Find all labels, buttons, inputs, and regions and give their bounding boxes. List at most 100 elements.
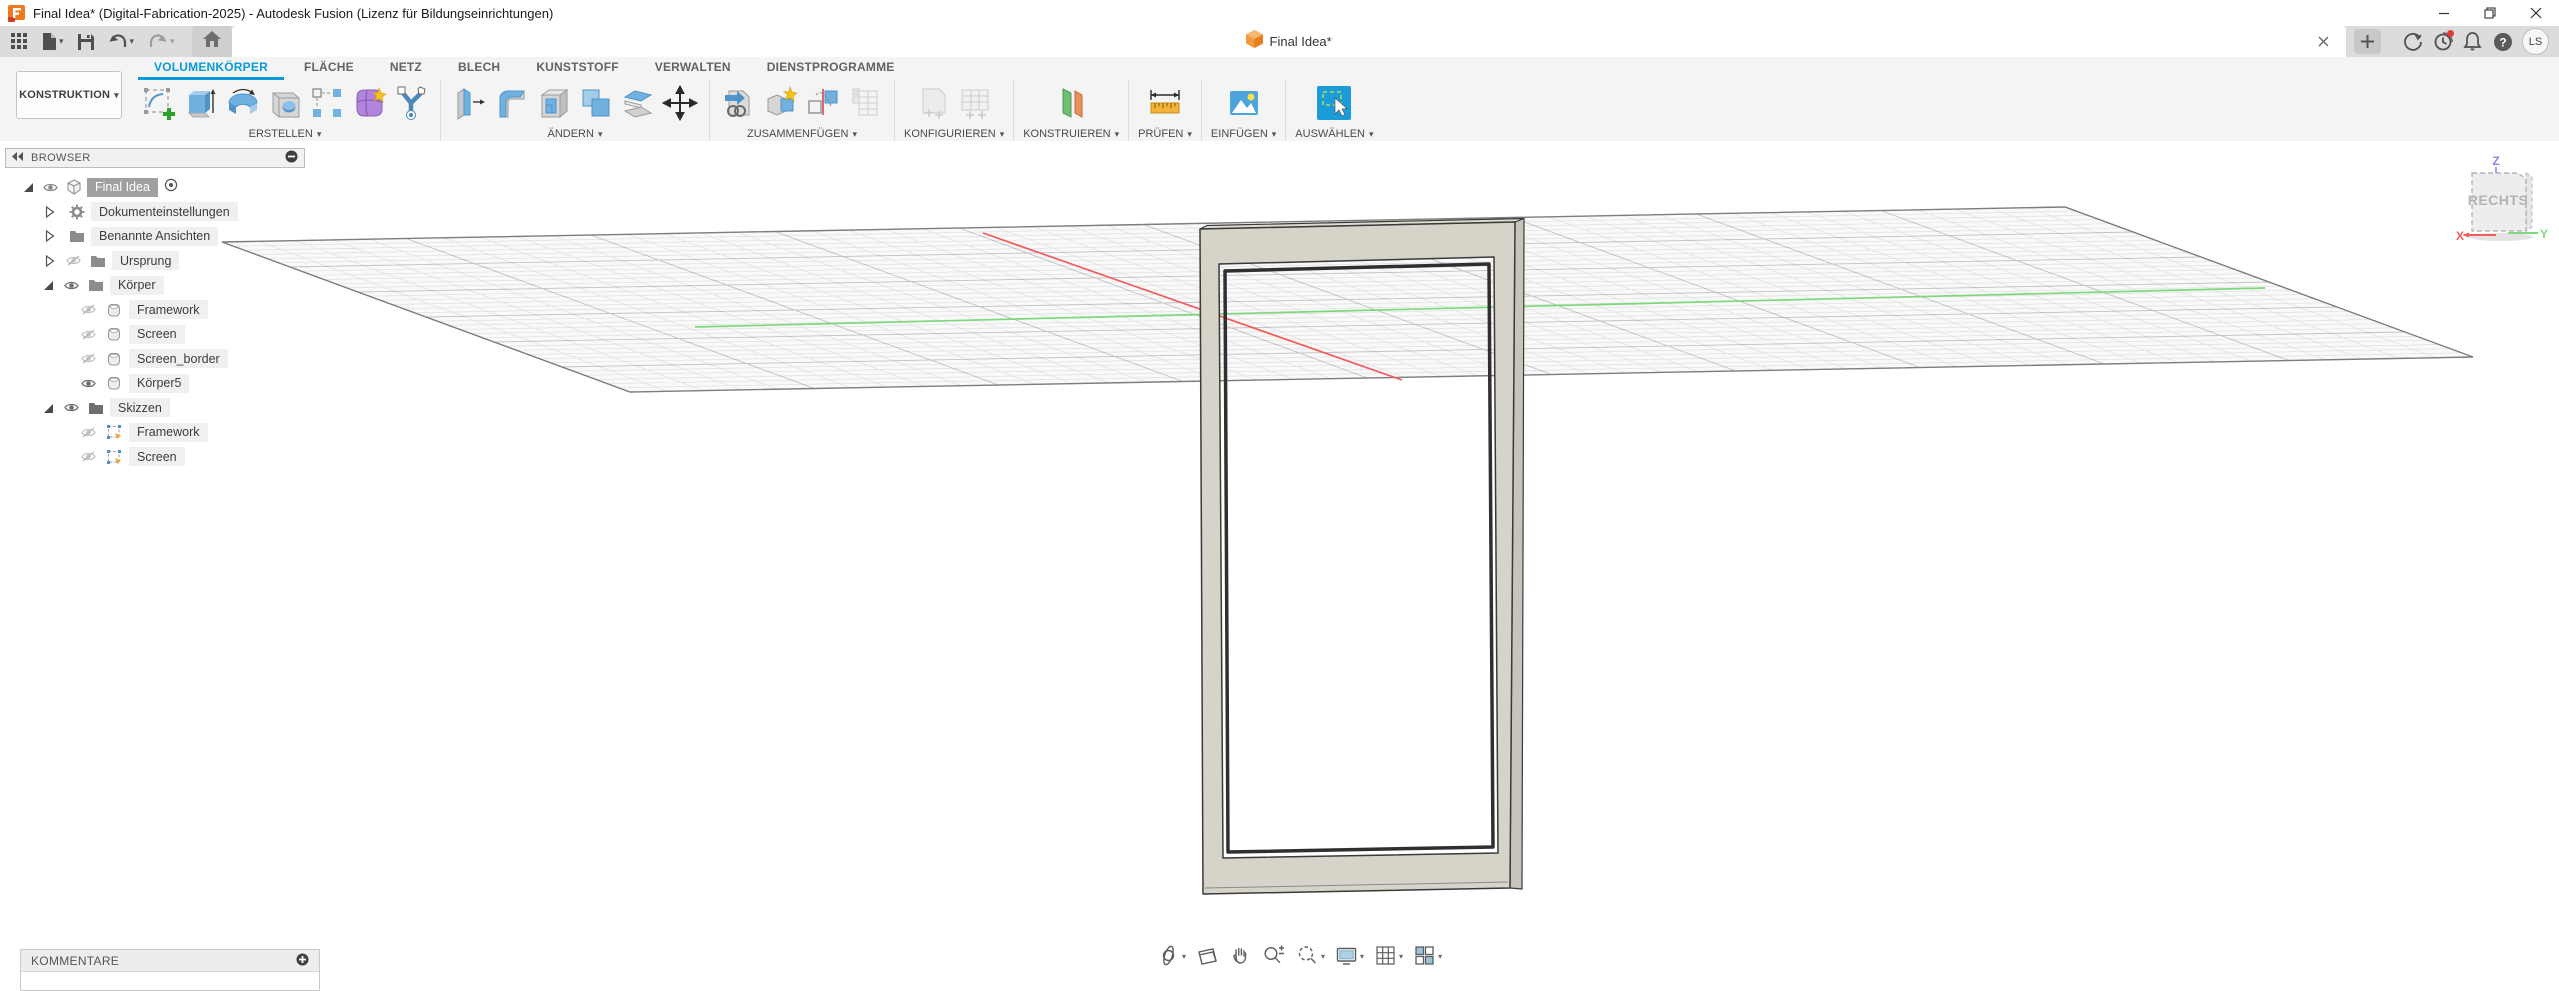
- tree-label[interactable]: Körper: [110, 276, 164, 295]
- insert-derive-button[interactable]: [719, 81, 759, 125]
- document-tab[interactable]: Final Idea*: [232, 26, 2346, 57]
- configuration-button[interactable]: [913, 81, 953, 125]
- eye-hidden-icon[interactable]: [81, 451, 96, 463]
- eye-visible-icon[interactable]: [64, 402, 79, 414]
- notifications-bell-icon[interactable]: [2462, 31, 2483, 52]
- eye-hidden-icon[interactable]: [81, 353, 96, 365]
- tree-row-dokumenteinstellungen[interactable]: Dokumenteinstellungen: [5, 200, 305, 225]
- tree-label[interactable]: Benannte Ansichten: [91, 227, 218, 246]
- restore-button[interactable]: [2467, 0, 2513, 26]
- data-panel-grid-icon[interactable]: [6, 29, 33, 55]
- tree-row-ursprung[interactable]: Ursprung: [5, 249, 305, 274]
- orbit-button[interactable]: [1155, 943, 1188, 968]
- konfigurieren-menu[interactable]: KONFIGURIEREN: [904, 126, 1004, 141]
- zusammenfuegen-menu[interactable]: ZUSAMMENFÜGEN: [747, 126, 857, 141]
- tree-label[interactable]: Framework: [129, 423, 208, 442]
- tree-row-koerper[interactable]: Körper: [5, 273, 305, 298]
- form-button[interactable]: [349, 81, 389, 125]
- pruefen-menu[interactable]: PRÜFEN: [1138, 126, 1192, 141]
- move-button[interactable]: [660, 81, 700, 125]
- create-sketch-button[interactable]: [139, 81, 179, 125]
- tree-label[interactable]: Framework: [129, 300, 208, 319]
- aendern-menu[interactable]: ÄNDERN: [548, 126, 603, 141]
- tab-dienstprogramme[interactable]: DIENSTPROGRAMME: [751, 57, 911, 80]
- eye-visible-icon[interactable]: [64, 279, 79, 291]
- configuration-table-button[interactable]: [955, 81, 995, 125]
- generative-design-button[interactable]: [391, 81, 431, 125]
- tree-label[interactable]: Körper5: [129, 374, 189, 393]
- hole-button[interactable]: [265, 81, 305, 125]
- activate-radio-icon[interactable]: [164, 178, 178, 197]
- select-button[interactable]: [1314, 81, 1354, 125]
- viewcube[interactable]: RECHTS Z X Y: [2456, 153, 2548, 249]
- insert-canvas-button[interactable]: [1224, 81, 1264, 125]
- expanded-icon[interactable]: [41, 279, 54, 292]
- pan-button[interactable]: [1227, 943, 1254, 968]
- tree-row-screen-sketch[interactable]: Screen: [5, 445, 305, 470]
- minimize-button[interactable]: [2421, 0, 2467, 26]
- add-comment-icon[interactable]: [296, 953, 309, 969]
- browser-header[interactable]: BROWSER: [5, 148, 305, 168]
- save-icon[interactable]: [73, 29, 99, 55]
- konstruieren-menu[interactable]: KONSTRUIEREN: [1023, 126, 1119, 141]
- remove-panel-icon[interactable]: [285, 150, 298, 166]
- expanded-icon[interactable]: [41, 401, 54, 414]
- construction-plane-button[interactable]: [1051, 81, 1091, 125]
- tree-label-root[interactable]: Final Idea: [87, 178, 158, 197]
- tree-row-framework-sketch[interactable]: Framework: [5, 420, 305, 445]
- grid-display-button[interactable]: [1372, 943, 1405, 968]
- measure-button[interactable]: [1145, 81, 1185, 125]
- tree-label[interactable]: Screen: [129, 325, 185, 344]
- close-tab-icon[interactable]: [2316, 33, 2332, 49]
- tab-verwalten[interactable]: VERWALTEN: [639, 57, 747, 80]
- undo-icon[interactable]: ▾: [103, 29, 140, 55]
- collapsed-icon[interactable]: [43, 205, 56, 218]
- avatar[interactable]: LS: [2522, 28, 2549, 55]
- combine-button[interactable]: [576, 81, 616, 125]
- tree-row-root[interactable]: Final Idea: [5, 175, 305, 200]
- close-button[interactable]: [2513, 0, 2559, 26]
- extensions-icon[interactable]: [2402, 31, 2423, 52]
- eye-hidden-icon[interactable]: [66, 255, 81, 267]
- look-at-button[interactable]: [1194, 943, 1221, 968]
- tree-row-framework-body[interactable]: Framework: [5, 298, 305, 323]
- tab-volumenkoerper[interactable]: VOLUMENKÖRPER: [138, 57, 284, 80]
- expanded-icon[interactable]: [21, 181, 34, 194]
- new-tab-button[interactable]: [2354, 29, 2381, 54]
- eye-visible-icon[interactable]: [43, 181, 58, 193]
- einfuegen-menu[interactable]: EINFÜGEN: [1211, 126, 1276, 141]
- help-icon[interactable]: ?: [2492, 31, 2513, 52]
- tree-row-screen-body[interactable]: Screen: [5, 322, 305, 347]
- tree-label[interactable]: Screen_border: [129, 349, 228, 368]
- tree-label[interactable]: Dokumenteinstellungen: [91, 202, 238, 221]
- auswaehlen-menu[interactable]: AUSWÄHLEN: [1295, 126, 1373, 141]
- collapsed-icon[interactable]: [43, 230, 56, 243]
- file-menu-icon[interactable]: ▾: [37, 29, 69, 55]
- tab-kunststoff[interactable]: KUNSTSTOFF: [520, 57, 634, 80]
- tree-row-screen-border-body[interactable]: Screen_border: [5, 347, 305, 372]
- job-status-icon[interactable]: [2432, 31, 2453, 52]
- tab-flaeche[interactable]: FLÄCHE: [288, 57, 370, 80]
- press-pull-button[interactable]: [450, 81, 490, 125]
- pattern-button[interactable]: [307, 81, 347, 125]
- display-settings-button[interactable]: [1333, 943, 1366, 968]
- tree-row-benannte-ansichten[interactable]: Benannte Ansichten: [5, 224, 305, 249]
- workspace-dropdown[interactable]: KONSTRUKTION: [16, 71, 122, 119]
- split-body-button[interactable]: [618, 81, 658, 125]
- viewports-button[interactable]: [1411, 943, 1444, 968]
- collapsed-icon[interactable]: [43, 254, 56, 267]
- redo-icon[interactable]: ▾: [143, 29, 180, 55]
- collapse-panel-icon[interactable]: [12, 152, 24, 164]
- zoom-window-button[interactable]: [1294, 943, 1327, 968]
- tree-label[interactable]: Ursprung: [112, 251, 179, 270]
- zoom-button[interactable]: [1260, 943, 1288, 968]
- eye-hidden-icon[interactable]: [81, 426, 96, 438]
- tree-row-koerper5-body[interactable]: Körper5: [5, 371, 305, 396]
- home-tab[interactable]: [192, 26, 232, 57]
- parameters-table-button[interactable]: [845, 81, 885, 125]
- eye-hidden-icon[interactable]: [81, 304, 96, 316]
- tree-label[interactable]: Screen: [129, 447, 185, 466]
- erstellen-menu[interactable]: ERSTELLEN: [249, 126, 322, 141]
- revolve-button[interactable]: [223, 81, 263, 125]
- joint-button[interactable]: [803, 81, 843, 125]
